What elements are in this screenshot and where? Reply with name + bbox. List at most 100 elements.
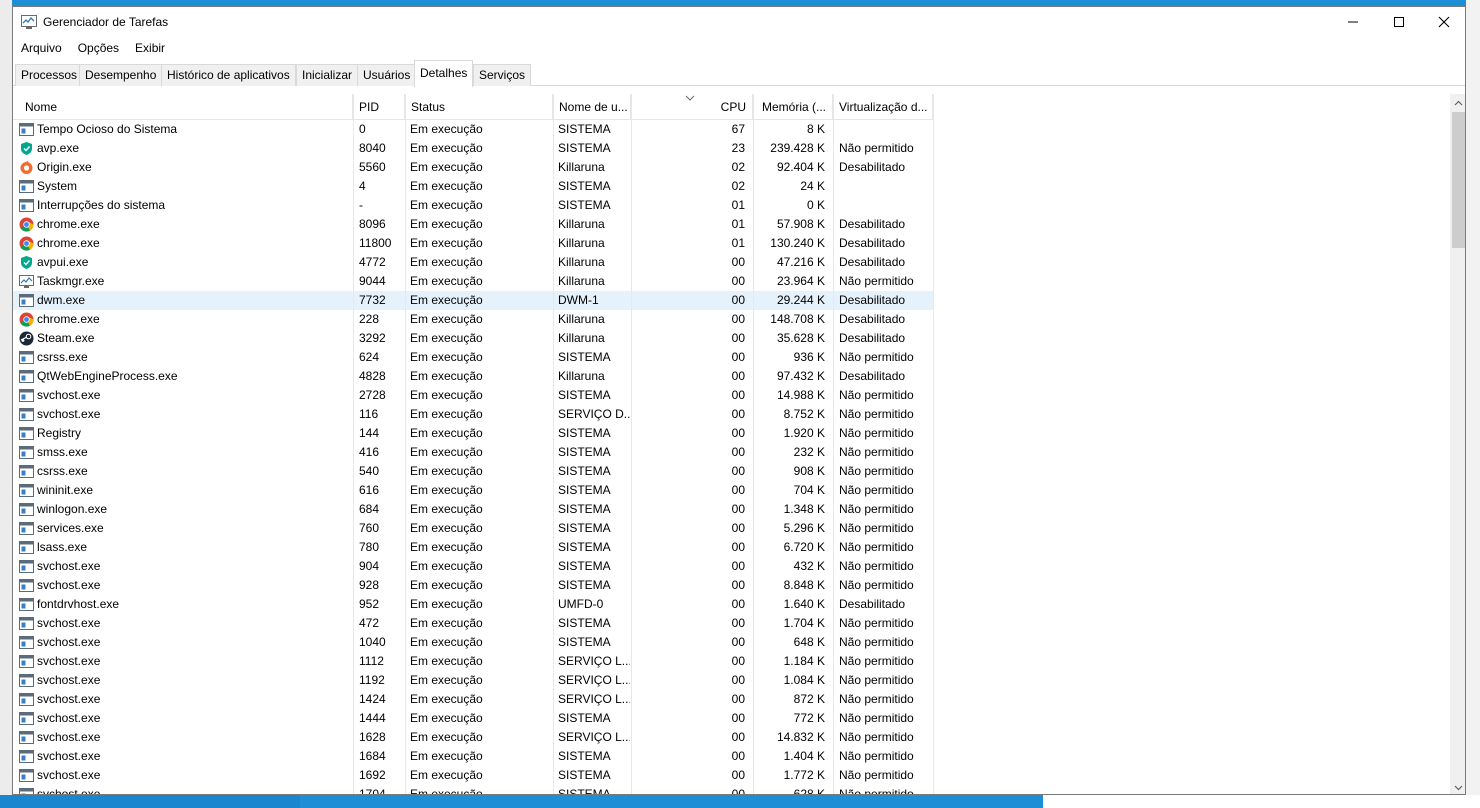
process-status: Em execução	[410, 122, 483, 136]
process-virtualization: Não permitido	[839, 464, 914, 478]
table-row[interactable]: svchost.exe 2728 Em execução SISTEMA 00 14.98…	[13, 386, 933, 405]
table-row[interactable]: Origin.exe 5560 Em execução Killaruna 02 92.4…	[13, 158, 933, 177]
table-row[interactable]: svchost.exe 472 Em execução SISTEMA 00 1.704 …	[13, 614, 933, 633]
col-header-memory[interactable]: Memória (...	[753, 94, 833, 120]
process-memory: 14.832 K	[776, 730, 825, 744]
process-cpu: 02	[731, 160, 745, 174]
process-name-cell: wininit.exe	[19, 481, 355, 500]
table-row[interactable]: Tempo Ocioso do Sistema 0 Em execução SISTE…	[13, 120, 933, 139]
process-name: avp.exe	[37, 141, 80, 155]
col-header-name[interactable]: Nome	[19, 94, 353, 120]
table-row[interactable]: csrss.exe 540 Em execução SISTEMA 00 908 K Não…	[13, 462, 933, 481]
table-row[interactable]: Steam.exe 3292 Em execução Killaruna 00 35.62…	[13, 329, 933, 348]
table-row[interactable]: csrss.exe 624 Em execução SISTEMA 00 936 K Não…	[13, 348, 933, 367]
close-button[interactable]	[1421, 7, 1465, 37]
table-row[interactable]: Interrupções do sistema - Em execução SISTE…	[13, 196, 933, 215]
process-status: Em execução	[410, 464, 483, 478]
table-row[interactable]: winlogon.exe 684 Em execução SISTEMA 00 1.348…	[13, 500, 933, 519]
table-row[interactable]: svchost.exe 1112 Em execução SERVIÇO L... 00…	[13, 652, 933, 671]
table-row[interactable]: avpui.exe 4772 Em execução Killaruna 00 47.21…	[13, 253, 933, 272]
table-row[interactable]: svchost.exe 1192 Em execução SERVIÇO L... 00…	[13, 671, 933, 690]
tab-inicializar[interactable]: Inicializar	[296, 64, 359, 86]
table-row[interactable]: QtWebEngineProcess.exe 4828 Em execução Kil…	[13, 367, 933, 386]
process-virtualization: Não permitido	[839, 730, 914, 744]
table-row[interactable]: svchost.exe 1692 Em execução SISTEMA 00 1.772…	[13, 766, 933, 785]
tab-processos[interactable]: Processos	[15, 64, 84, 86]
vertical-scrollbar[interactable]	[1450, 94, 1465, 794]
table-row[interactable]: svchost.exe 928 Em execução SISTEMA 00 8.848 …	[13, 576, 933, 595]
table-row[interactable]: svchost.exe 1684 Em execução SISTEMA 00 1.404…	[13, 747, 933, 766]
table-row[interactable]: svchost.exe 1040 Em execução SISTEMA 00 648 K…	[13, 633, 933, 652]
minimize-button[interactable]	[1330, 7, 1376, 37]
process-name-cell: csrss.exe	[19, 348, 355, 367]
process-pid: 616	[359, 483, 380, 497]
maximize-button[interactable]	[1376, 7, 1422, 37]
column-separator	[753, 94, 754, 794]
table-row[interactable]: smss.exe 416 Em execução SISTEMA 00 232 K Não …	[13, 443, 933, 462]
process-status: Em execução	[410, 768, 483, 782]
col-header-pid[interactable]: PID	[353, 94, 405, 120]
process-memory: 47.216 K	[776, 255, 825, 269]
scroll-thumb[interactable]	[1452, 112, 1465, 248]
process-name-cell: svchost.exe	[19, 766, 355, 785]
process-memory: 92.404 K	[776, 160, 825, 174]
process-cpu: 67	[731, 122, 745, 136]
table-row[interactable]: lsass.exe 780 Em execução SISTEMA 00 6.720 K N…	[13, 538, 933, 557]
table-row[interactable]: fontdrvhost.exe 952 Em execução UMFD-0 00 1.6…	[13, 595, 933, 614]
process-virtualization: Desabilitado	[839, 331, 906, 345]
process-pid: 1424	[359, 692, 386, 706]
process-memory: 0 K	[806, 198, 825, 212]
menu-arquivo[interactable]: Arquivo	[13, 39, 70, 59]
process-memory: 908 K	[793, 464, 825, 478]
title-bar[interactable]: Gerenciador de Tarefas	[13, 7, 1465, 37]
table-row[interactable]: services.exe 760 Em execução SISTEMA 00 5.296…	[13, 519, 933, 538]
tab-historico[interactable]: Histórico de aplicativos	[161, 64, 296, 86]
col-header-user[interactable]: Nome de u...	[553, 94, 631, 120]
process-cpu: 00	[731, 559, 745, 573]
table-row[interactable]: Taskmgr.exe 9044 Em execução Killaruna 00 23.…	[13, 272, 933, 291]
process-name: Origin.exe	[37, 160, 92, 174]
process-name-cell: svchost.exe	[19, 690, 355, 709]
tab-desempenho[interactable]: Desempenho	[79, 64, 163, 86]
col-header-status[interactable]: Status	[405, 94, 553, 120]
table-row[interactable]: svchost.exe 904 Em execução SISTEMA 00 432 K N…	[13, 557, 933, 576]
scroll-down-button[interactable]	[1450, 779, 1465, 794]
table-row[interactable]: avp.exe 8040 Em execução SISTEMA 23 239.428 K…	[13, 139, 933, 158]
process-name: csrss.exe	[37, 350, 88, 364]
table-row[interactable]: chrome.exe 8096 Em execução Killaruna 01 57.9…	[13, 215, 933, 234]
desktop-left-strip	[0, 0, 12, 808]
process-user: SERVIÇO L...	[558, 654, 630, 668]
kaspersky-icon	[19, 141, 34, 156]
process-status: Em execução	[410, 654, 483, 668]
menu-exibir[interactable]: Exibir	[127, 39, 173, 59]
process-cpu: 00	[731, 787, 745, 795]
process-memory: 232 K	[793, 445, 825, 459]
process-name-cell: Interrupções do sistema	[19, 196, 355, 215]
process-status: Em execução	[410, 255, 483, 269]
menu-opcoes[interactable]: Opções	[70, 39, 127, 59]
table-row[interactable]: Registry 144 Em execução SISTEMA 00 1.920 K Nã…	[13, 424, 933, 443]
table-row[interactable]: chrome.exe 11800 Em execução Killaruna 01 130…	[13, 234, 933, 253]
tab-detalhes[interactable]: Detalhes	[414, 60, 474, 87]
col-header-virtualization[interactable]: Virtualização d...	[833, 94, 933, 120]
table-row[interactable]: chrome.exe 228 Em execução Killaruna 00 148.7…	[13, 310, 933, 329]
table-row[interactable]: svchost.exe 1424 Em execução SERVIÇO L... 00…	[13, 690, 933, 709]
process-name: svchost.exe	[37, 787, 101, 795]
process-status: Em execução	[410, 236, 483, 250]
table-row[interactable]: svchost.exe 1704 Em execução SISTEMA 00 628 K…	[13, 785, 933, 795]
tab-usuarios[interactable]: Usuários	[357, 64, 417, 86]
process-cpu: 00	[731, 369, 745, 383]
scroll-up-button[interactable]	[1450, 94, 1465, 111]
chrome-icon	[19, 236, 34, 251]
table-row[interactable]: wininit.exe 616 Em execução SISTEMA 00 704 K N…	[13, 481, 933, 500]
table-row[interactable]: svchost.exe 1444 Em execução SISTEMA 00 772 K…	[13, 709, 933, 728]
process-name-cell: svchost.exe	[19, 386, 355, 405]
table-row[interactable]: svchost.exe 1628 Em execução SERVIÇO L... 00…	[13, 728, 933, 747]
table-row[interactable]: svchost.exe 116 Em execução SERVIÇO D... 00 8…	[13, 405, 933, 424]
process-name: svchost.exe	[37, 559, 101, 573]
tab-servicos[interactable]: Serviços	[473, 64, 532, 86]
table-row[interactable]: dwm.exe 7732 Em execução DWM-1 00 29.244 K Des…	[13, 291, 933, 310]
table-row[interactable]: System 4 Em execução SISTEMA 02 24 K	[13, 177, 933, 196]
process-cpu: 00	[731, 768, 745, 782]
process-pid: 228	[359, 312, 380, 326]
